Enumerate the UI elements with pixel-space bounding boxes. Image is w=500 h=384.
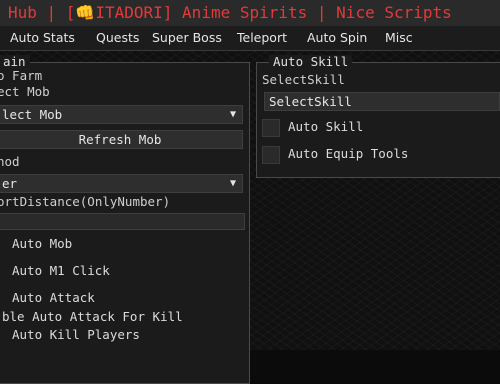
auto-farm-label: o Farm bbox=[0, 68, 43, 83]
auto-equip-tools-checkbox[interactable] bbox=[262, 146, 280, 164]
mob-dropdown[interactable]: lect Mob ▼ bbox=[0, 105, 243, 124]
tab-super-boss[interactable]: Super Boss bbox=[152, 26, 222, 50]
window-title: Hub | [👊ITADORI] Anime Spirits | Nice Sc… bbox=[8, 3, 452, 22]
auto-skill-label: Auto Skill bbox=[288, 119, 364, 134]
auto-skill-toggle[interactable]: Auto Skill bbox=[262, 118, 498, 138]
auto-kill-players-toggle[interactable]: Auto Kill Players bbox=[0, 326, 236, 346]
tab-auto-spin[interactable]: Auto Spin bbox=[307, 26, 367, 50]
auto-skill-panel: Auto Skill SelectSkill SelectSkill Auto … bbox=[256, 55, 500, 178]
tab-misc[interactable]: Misc bbox=[385, 26, 413, 50]
auto-skill-checkbox[interactable] bbox=[262, 119, 280, 137]
auto-equip-tools-toggle[interactable]: Auto Equip Tools bbox=[262, 145, 498, 165]
auto-attack-label: Auto Attack bbox=[12, 290, 95, 305]
auto-equip-tools-label: Auto Equip Tools bbox=[288, 146, 409, 161]
skill-dropdown-value: SelectSkill bbox=[269, 94, 352, 109]
content-area: ain o Farm ect Mob lect Mob ▼ Refresh Mo… bbox=[0, 51, 500, 384]
auto-kill-players-label: Auto Kill Players bbox=[12, 327, 140, 342]
chevron-down-icon: ▼ bbox=[229, 109, 236, 120]
tab-auto-stats[interactable]: Auto Stats bbox=[10, 26, 75, 50]
tab-teleport[interactable]: Teleport bbox=[237, 26, 287, 50]
method-dropdown-value: er bbox=[2, 176, 18, 191]
tab-quests[interactable]: Quests bbox=[96, 26, 139, 50]
distance-input[interactable] bbox=[0, 213, 245, 230]
skill-dropdown[interactable]: SelectSkill bbox=[264, 92, 500, 111]
main-section-panel: ain o Farm ect Mob lect Mob ▼ Refresh Mo… bbox=[0, 55, 250, 384]
select-mob-label: ect Mob bbox=[0, 84, 50, 99]
auto-skill-title: Auto Skill bbox=[269, 55, 353, 69]
select-skill-label: SelectSkill bbox=[262, 72, 345, 87]
method-dropdown[interactable]: er ▼ bbox=[0, 174, 243, 193]
tab-bar: Auto Stats Quests Super Boss Teleport Au… bbox=[0, 26, 500, 51]
auto-attack-toggle[interactable]: Auto Attack bbox=[0, 289, 236, 309]
main-section-title: ain bbox=[0, 55, 30, 69]
auto-m1-click-label: Auto M1 Click bbox=[12, 263, 110, 278]
refresh-mob-button[interactable]: Refresh Mob bbox=[0, 130, 243, 149]
chevron-down-icon: ▼ bbox=[229, 178, 236, 189]
distance-label: ortDistance(OnlyNumber) bbox=[0, 194, 171, 209]
auto-m1-click-toggle[interactable]: Auto M1 Click bbox=[0, 262, 236, 282]
enable-auto-attack-for-kill-toggle[interactable]: ble Auto Attack For Kill bbox=[0, 308, 236, 328]
auto-mob-label: Auto Mob bbox=[12, 236, 73, 251]
auto-mob-toggle[interactable]: Auto Mob bbox=[0, 235, 236, 255]
method-label: hod bbox=[0, 154, 20, 169]
enable-auto-attack-for-kill-label: ble Auto Attack For Kill bbox=[2, 309, 183, 324]
window-title-bar[interactable]: Hub | [👊ITADORI] Anime Spirits | Nice Sc… bbox=[0, 0, 500, 26]
mob-dropdown-value: lect Mob bbox=[2, 107, 63, 122]
